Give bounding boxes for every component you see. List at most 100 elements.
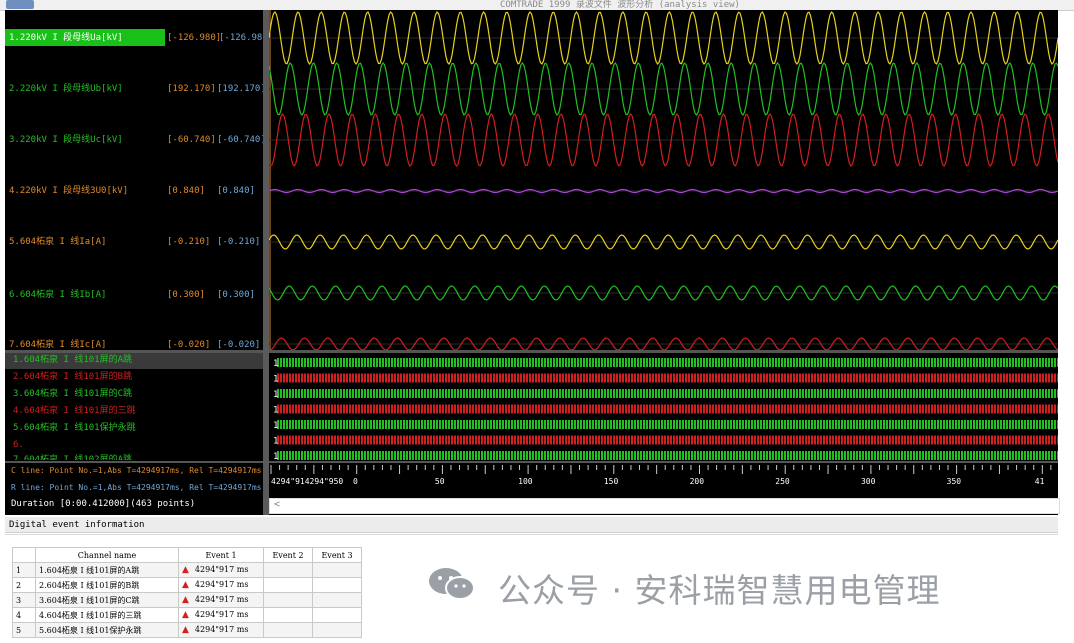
digital-event-table: Channel name Event 1 Event 2 Event 3 1 1.…: [12, 547, 362, 638]
axis-tick-label: 50: [435, 477, 445, 486]
analog-channel-name[interactable]: 1.220kV I 段母线Ua[kV]: [9, 30, 123, 46]
digital-channel-name[interactable]: 1.604柘泉 I 线101屏的A跳: [13, 352, 132, 368]
rising-edge-arrow-icon: ▲: [182, 565, 189, 575]
event-3-cell: [312, 592, 362, 608]
digital-state-label: 1: [273, 359, 278, 369]
axis-start-label: 4294"914294"950: [271, 477, 343, 486]
row-number: 3: [12, 592, 36, 608]
column-header[interactable]: Event 2: [263, 547, 313, 563]
row-number: 2: [12, 577, 36, 593]
event-1-cell: ▲ 4294"917 ms: [178, 622, 264, 638]
rising-edge-arrow-icon: ▲: [182, 595, 189, 605]
horizontal-scrollbar[interactable]: <: [269, 498, 1060, 514]
row-number: 4: [12, 607, 36, 623]
window-title: COMTRADE 1999 录波文件 波形分析 (analysis view): [500, 0, 740, 10]
r-line-info: R line: Point No.=1,Abs T=4294917ms, Rel…: [11, 483, 262, 492]
waveform-plot-area[interactable]: 1 1 1 1 1 1 1 4294"914294"950 0 50 100 150 200 250 30…: [269, 10, 1058, 515]
scroll-left-arrow-icon[interactable]: <: [274, 499, 280, 510]
digital-state-bar: [277, 404, 1058, 414]
digital-channel-name[interactable]: 2.604柘泉 I 线101屏的B跳: [13, 369, 132, 385]
digital-state-label: 1: [273, 406, 278, 416]
digital-state-bar: [277, 389, 1058, 398]
digital-channel-name[interactable]: 4.604柘泉 I 线101屏的三跳: [13, 403, 136, 419]
event-time: 4294"917 ms: [194, 580, 249, 589]
waveform-canvas[interactable]: 1 1 1 1 1 1 1 4294"914294"950 0 50 100 150 200 250 30…: [269, 10, 1058, 515]
axis-tick-label: 150: [604, 477, 619, 486]
event-2-cell: [263, 562, 313, 578]
event-panel-title: Digital event information: [5, 517, 1058, 533]
duration-info: Duration [0:00.412000](463 points): [11, 499, 196, 509]
column-header[interactable]: Event 3: [312, 547, 362, 563]
analog-channel-name[interactable]: 7.604柘泉 I 线Ic[A]: [9, 337, 106, 349]
event-time: 4294"917 ms: [194, 625, 249, 634]
event-time: 4294"917 ms: [194, 595, 249, 604]
channel-name-cell: 2.604柘泉 I 线101屏的B跳: [35, 577, 179, 593]
event-2-cell: [263, 607, 313, 623]
analog-channel-name[interactable]: 4.220kV I 段母线3U0[kV]: [9, 183, 128, 199]
analog-r-value: [-0.020]: [217, 340, 261, 349]
event-1-cell: ▲ 4294"917 ms: [178, 607, 264, 623]
axis-tick-label: 0: [353, 477, 358, 486]
watermark-text: 公众号 · 安科瑞智慧用电管理: [498, 571, 941, 610]
analog-c-value: [-126.980]: [167, 33, 222, 43]
digital-state-label: 1: [273, 421, 278, 431]
rising-edge-arrow-icon: ▲: [182, 580, 189, 590]
analog-r-value: [0.300]: [217, 290, 255, 300]
digital-state-label: 1: [273, 390, 278, 400]
digital-state-bar: [277, 451, 1058, 460]
digital-state-label: 1: [273, 375, 278, 385]
analog-r-value: [-0.210]: [217, 237, 261, 247]
analog-c-value: [0.840]: [167, 186, 205, 196]
table-row[interactable]: 4 4.604柘泉 I 线101屏的三跳 ▲ 4294"917 ms: [12, 607, 362, 623]
digital-state-bar: [277, 420, 1058, 429]
event-2-cell: [263, 622, 313, 638]
analog-c-value: [-0.020]: [167, 340, 211, 349]
table-row[interactable]: 1 1.604柘泉 I 线101屏的A跳 ▲ 4294"917 ms: [12, 562, 362, 578]
c-line-info: C line: Point No.=1,Abs T=4294917ms, Rel…: [11, 466, 262, 475]
axis-tick-label: 250: [775, 477, 790, 486]
event-2-cell: [263, 592, 313, 608]
event-time: 4294"917 ms: [194, 565, 249, 574]
digital-state-bar: [277, 435, 1058, 445]
event-3-cell: [312, 622, 362, 638]
event-2-cell: [263, 577, 313, 593]
analog-channel-name[interactable]: 5.604柘泉 I 线Ia[A]: [9, 234, 106, 250]
rising-edge-arrow-icon: ▲: [182, 610, 189, 620]
axis-tick-label: 350: [947, 477, 962, 486]
axis-tick-label: 41: [1035, 477, 1045, 486]
table-row[interactable]: 2 2.604柘泉 I 线101屏的B跳 ▲ 4294"917 ms: [12, 577, 362, 593]
axis-tick-label: 100: [518, 477, 533, 486]
wechat-icon: [429, 568, 475, 600]
digital-channel-name[interactable]: 6.: [13, 437, 24, 453]
channel-name-cell: 5.604柘泉 I 线101保护永跳: [35, 622, 179, 638]
axis-tick-label: 200: [690, 477, 705, 486]
analog-channel-name[interactable]: 6.604柘泉 I 线Ib[A]: [9, 287, 106, 303]
axis-tick-label: 300: [861, 477, 876, 486]
column-header[interactable]: Event 1: [178, 547, 264, 563]
table-row[interactable]: 3 3.604柘泉 I 线101屏的C跳 ▲ 4294"917 ms: [12, 592, 362, 608]
analog-channel-name[interactable]: 3.220kV I 段母线Uc[kV]: [9, 132, 123, 148]
digital-state-bar: [277, 358, 1058, 367]
digital-state-label: 1: [273, 437, 278, 447]
digital-channel-name[interactable]: 3.604柘泉 I 线101屏的C跳: [13, 386, 132, 402]
digital-channel-name[interactable]: 7.604柘泉 I 线102屏的A跳: [13, 453, 132, 460]
column-header: [12, 547, 36, 563]
analog-c-value: [192.170]: [167, 84, 216, 94]
table-header-row: Channel name Event 1 Event 2 Event 3: [12, 547, 362, 563]
digital-section-divider: [269, 350, 1058, 353]
event-3-cell: [312, 577, 362, 593]
event-1-cell: ▲ 4294"917 ms: [178, 562, 264, 578]
analog-channel-name[interactable]: 2.220kV I 段母线Ub[kV]: [9, 81, 123, 97]
channel-name-cell: 4.604柘泉 I 线101屏的三跳: [35, 607, 179, 623]
table-row[interactable]: 5 5.604柘泉 I 线101保护永跳 ▲ 4294"917 ms: [12, 622, 362, 638]
waveform-viewer: 1.220kV I 段母线Ua[kV] [-126.980] [-126.980…: [5, 10, 1060, 515]
event-1-cell: ▲ 4294"917 ms: [178, 592, 264, 608]
digital-state-bar: [277, 373, 1058, 383]
app-logo-icon: [6, 0, 34, 9]
digital-channel-name[interactable]: 5.604柘泉 I 线101保护永跳: [13, 420, 136, 436]
channel-name-cell: 3.604柘泉 I 线101屏的C跳: [35, 592, 179, 608]
analog-c-value: [0.300]: [167, 290, 205, 300]
event-1-cell: ▲ 4294"917 ms: [178, 577, 264, 593]
column-header[interactable]: Channel name: [35, 547, 179, 563]
axis-divider: [269, 461, 1058, 463]
